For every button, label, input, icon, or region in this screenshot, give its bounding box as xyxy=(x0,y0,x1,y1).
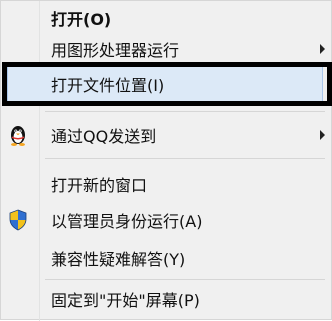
menu-item-send-via-qq-label: 通过QQ发送到 xyxy=(51,127,157,146)
qq-penguin-icon xyxy=(11,126,25,146)
menu-item-open-label: 打开(O) xyxy=(51,10,112,29)
context-menu: 打开(O) 用图形处理器运行 打开文件位置(I) 通过QQ发送到 打开新的窗口 … xyxy=(0,0,332,321)
menu-item-pin-to-start[interactable]: 固定到"开始"屏幕(P) xyxy=(1,282,332,316)
menu-item-run-with-gpu[interactable]: 用图形处理器运行 xyxy=(1,32,332,66)
menu-item-open-new-window[interactable]: 打开新的窗口 xyxy=(1,167,332,201)
menu-item-compatibility-troubleshoot-label: 兼容性疑难解答(Y) xyxy=(51,250,186,269)
submenu-arrow-icon xyxy=(320,44,325,54)
menu-item-run-as-admin-label: 以管理员身份运行(A) xyxy=(51,212,203,231)
menu-item-send-via-qq[interactable]: 通过QQ发送到 xyxy=(1,118,332,152)
uac-shield-icon xyxy=(9,209,27,231)
annotation-highlight-box xyxy=(2,62,332,106)
menu-separator xyxy=(45,279,325,280)
menu-separator xyxy=(45,111,325,112)
menu-item-open-new-window-label: 打开新的窗口 xyxy=(51,176,148,195)
menu-item-compatibility-troubleshoot[interactable]: 兼容性疑难解答(Y) xyxy=(1,241,332,275)
submenu-arrow-icon xyxy=(320,130,325,140)
menu-item-run-as-admin[interactable]: 以管理员身份运行(A) xyxy=(1,203,332,237)
menu-item-open[interactable]: 打开(O) xyxy=(1,1,332,35)
menu-item-pin-to-start-label: 固定到"开始"屏幕(P) xyxy=(51,291,200,310)
menu-separator xyxy=(45,158,325,159)
menu-item-run-with-gpu-label: 用图形处理器运行 xyxy=(51,41,180,60)
